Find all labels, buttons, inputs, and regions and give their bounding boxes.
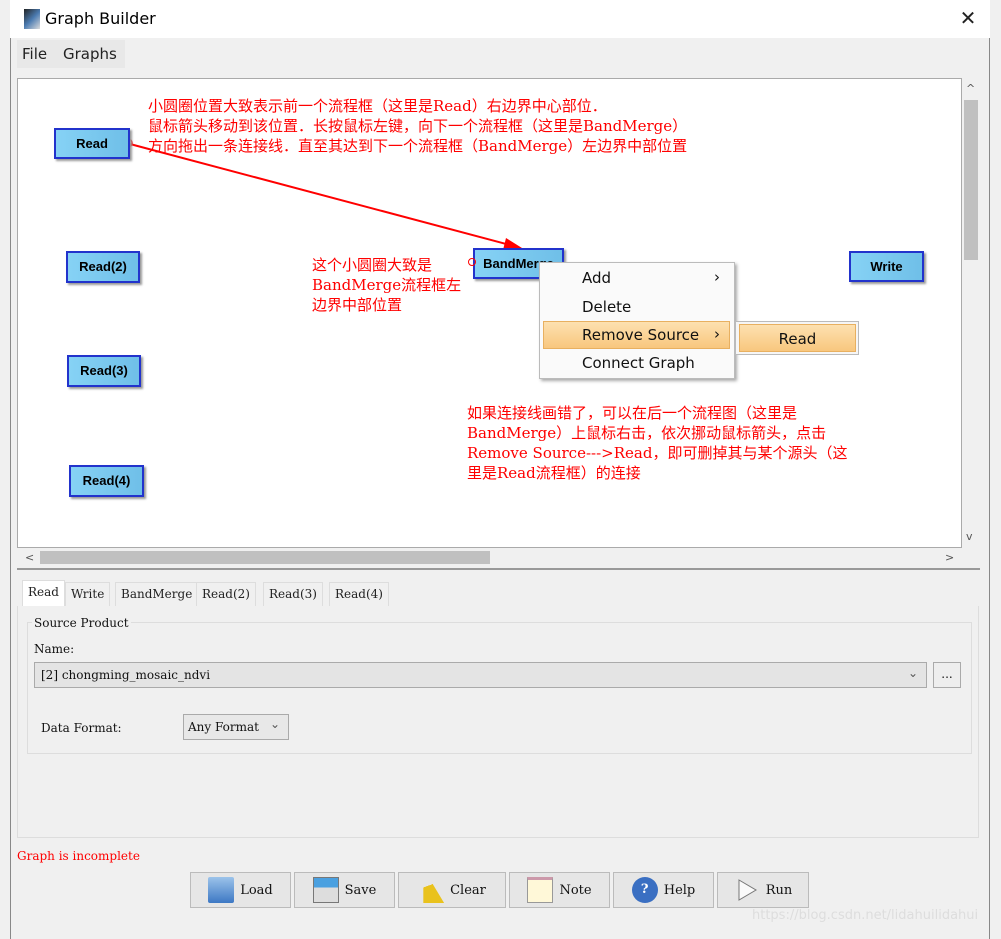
submenu-chevron-icon: › xyxy=(714,325,720,343)
help-icon: ? xyxy=(631,877,658,903)
tab-read-3[interactable]: Read(3) xyxy=(263,582,323,606)
annotation-line: 小圆圈位置大致表示前一个流程框（这里是Read）右边界中心部位． xyxy=(148,97,607,115)
tab-write[interactable]: Write xyxy=(65,582,111,606)
menu-item-add[interactable]: Add xyxy=(582,269,611,287)
connection-arrow xyxy=(123,138,522,250)
note-button[interactable]: Note xyxy=(509,872,610,908)
tab-read-2[interactable]: Read(2) xyxy=(196,582,256,606)
help-label: Help xyxy=(663,882,696,898)
watermark: https://blog.csdn.net/lidahuilidahui xyxy=(752,908,979,923)
load-button[interactable]: Load xyxy=(190,872,291,908)
annotation-target-circle: 这个小圆圈大致是 BandMerge流程框左 边界中部位置 xyxy=(312,255,461,315)
chevron-down-icon: ⌄ xyxy=(270,717,281,731)
annotation-line: BandMerge）上鼠标右击，依次挪动鼠标箭头，点击 xyxy=(467,424,827,442)
menu-item-remove-source[interactable]: Remove Source xyxy=(582,326,699,344)
annotation-line: BandMerge流程框左 xyxy=(312,276,462,294)
node-read-3[interactable]: Read(3) xyxy=(67,355,141,387)
status-message: Graph is incomplete xyxy=(17,849,140,863)
annotation-drag-instructions: 小圆圈位置大致表示前一个流程框（这里是Read）右边界中心部位． 鼠标箭头移动到… xyxy=(148,96,687,156)
source-product-group xyxy=(27,622,972,754)
broom-icon xyxy=(423,877,445,903)
menu-item-delete[interactable]: Delete xyxy=(582,298,631,316)
annotation-line: 方向拖出一条连接线．直至其达到下一个流程框（BandMerge）左边界中部位置 xyxy=(148,137,688,155)
tab-read[interactable]: Read xyxy=(22,580,65,606)
annotation-line: 边界中部位置 xyxy=(312,296,403,314)
source-product-select[interactable]: [2] chongming_mosaic_ndvi xyxy=(34,662,927,688)
clear-button[interactable]: Clear xyxy=(398,872,506,908)
help-button[interactable]: ? Help xyxy=(613,872,714,908)
save-icon xyxy=(312,877,339,903)
data-format-label: Data Format: xyxy=(41,721,122,735)
run-label: Run xyxy=(765,882,793,898)
chevron-down-icon: ⌄ xyxy=(908,666,919,680)
note-label: Note xyxy=(559,882,592,898)
node-read-2[interactable]: Read(2) xyxy=(66,251,140,283)
play-icon xyxy=(738,879,757,901)
tab-bandmerge[interactable]: BandMerge xyxy=(115,582,199,606)
submenu-item-read[interactable]: Read xyxy=(739,324,856,352)
annotation-line: 如果连接线画错了，可以在后一个流程图（这里是 xyxy=(467,404,798,422)
split-divider[interactable] xyxy=(17,568,980,578)
notepad-icon xyxy=(527,877,554,903)
node-read-4[interactable]: Read(4) xyxy=(69,465,144,497)
annotation-line: 鼠标箭头移动到该位置．长按鼠标左键，向下一个流程框（这里是BandMerge） xyxy=(148,117,688,135)
node-write[interactable]: Write xyxy=(849,251,924,282)
tab-read-4[interactable]: Read(4) xyxy=(329,582,389,606)
annotation-remove-source: 如果连接线画错了，可以在后一个流程图（这里是 BandMerge）上鼠标右击，依… xyxy=(467,403,847,483)
target-anchor-circle xyxy=(468,258,476,266)
name-label: Name: xyxy=(34,642,75,656)
browse-button[interactable]: ... xyxy=(933,662,961,688)
folder-icon xyxy=(208,877,235,903)
load-label: Load xyxy=(240,882,273,898)
run-button[interactable]: Run xyxy=(717,872,809,908)
save-label: Save xyxy=(344,882,377,898)
menu-item-connect-graph[interactable]: Connect Graph xyxy=(582,354,695,372)
group-title: Source Product xyxy=(32,616,131,630)
clear-label: Clear xyxy=(450,882,486,898)
submenu-chevron-icon: › xyxy=(714,268,720,286)
save-button[interactable]: Save xyxy=(294,872,395,908)
annotation-line: 这个小圆圈大致是 xyxy=(312,256,433,274)
arrow-line xyxy=(129,143,511,246)
node-read[interactable]: Read xyxy=(54,128,130,159)
annotation-line: 里是Read流程框）的连接 xyxy=(467,464,641,482)
annotation-line: Remove Source--->Read，即可删掉其与某个源头（这 xyxy=(467,444,848,462)
